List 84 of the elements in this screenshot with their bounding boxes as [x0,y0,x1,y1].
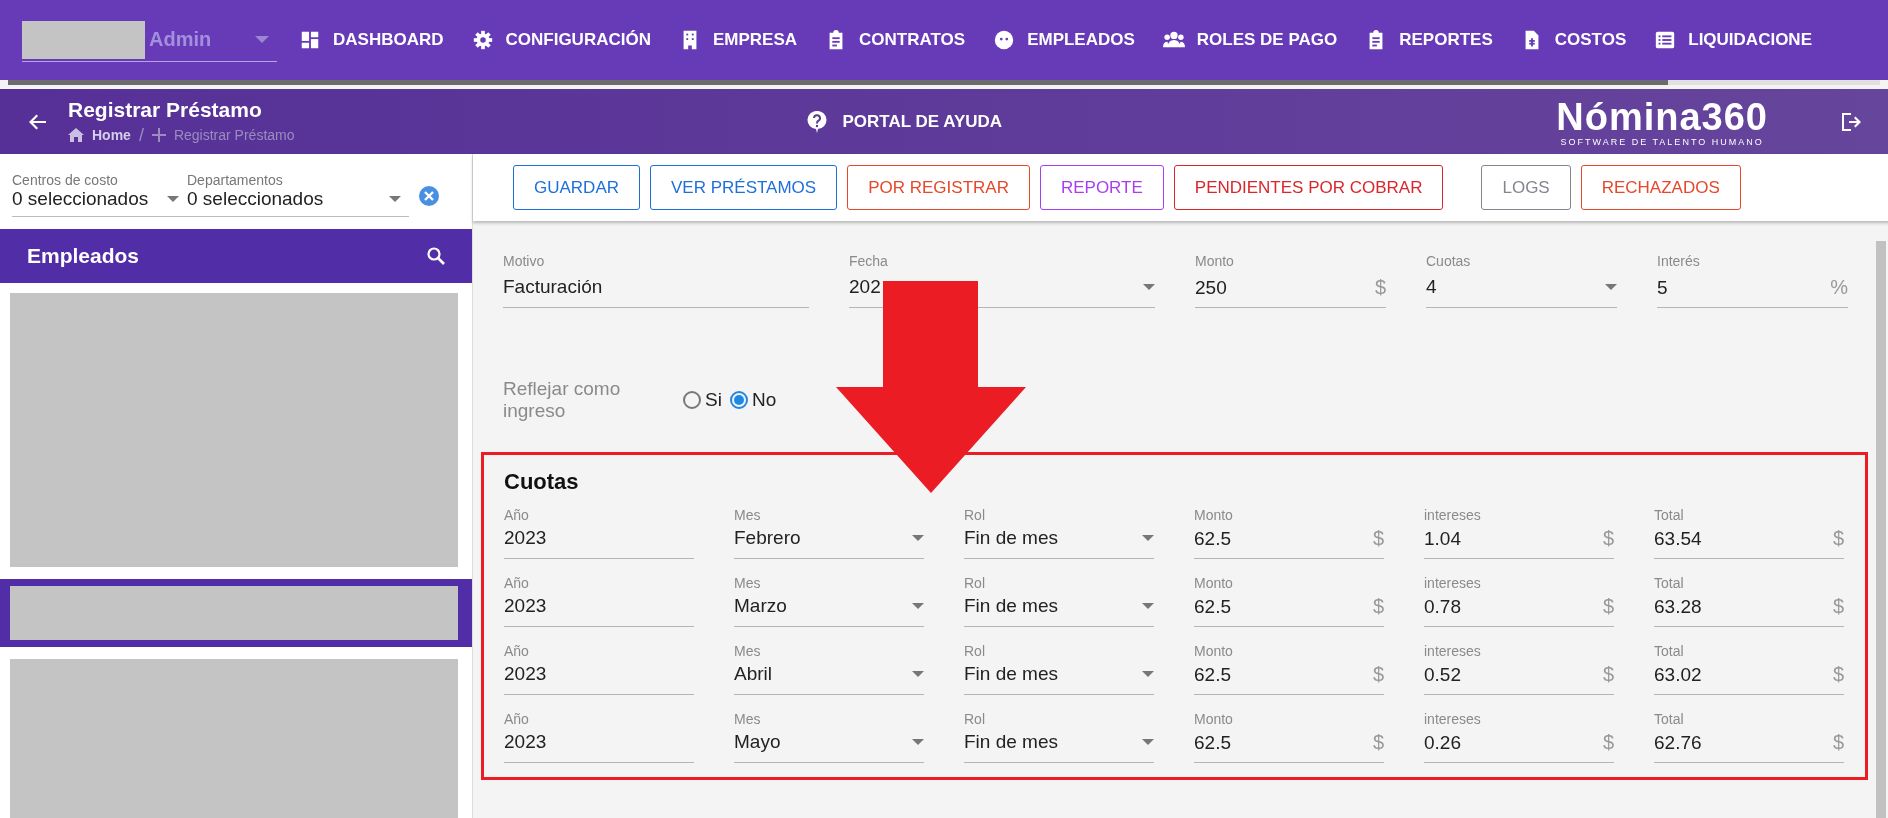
help-icon [806,110,827,133]
form-field[interactable]: Monto 62.5 $ [1194,575,1384,627]
form-field[interactable]: Rol Fin de mes [964,507,1154,559]
form-field[interactable]: Año 2023 [504,643,694,695]
breadcrumb-link[interactable]: Home [92,127,131,143]
caret-icon [912,739,924,745]
action-button[interactable]: LOGS [1481,165,1571,210]
form-field[interactable]: Rol Fin de mes [964,643,1154,695]
form-field[interactable]: Rol Fin de mes [964,711,1154,763]
caret-icon [1142,535,1154,541]
filter-select[interactable]: Departamentos 0 seleccionados [187,172,409,217]
radio-option[interactable]: No [729,389,777,411]
form-field[interactable]: Mes Febrero [734,507,924,559]
plus-icon [151,128,166,142]
form-field[interactable]: Año 2023 [504,507,694,559]
form-field[interactable]: Rol Fin de mes [964,575,1154,627]
form-field[interactable]: Total 63.54 $ [1654,507,1844,559]
form-field[interactable]: Monto 62.5 $ [1194,507,1384,559]
nav-item[interactable]: COSTOS [1520,29,1627,51]
nav-item[interactable]: DASHBOARD [299,29,444,51]
nav-item[interactable]: REPORTES [1365,29,1493,51]
nav-item[interactable]: LIQUIDACIONE [1654,29,1812,51]
form-field[interactable]: Año 2023 [504,711,694,763]
clear-icon[interactable] [419,186,439,206]
logo-tagline: SOFTWARE DE TALENTO HUMANO [1560,136,1764,147]
home-icon [68,128,84,142]
form-field[interactable]: Monto 250 $ [1195,253,1386,308]
page-title: Registrar Préstamo [68,97,263,122]
form-field[interactable]: Monto 62.5 $ [1194,711,1384,763]
caret-icon [912,535,924,541]
breadcrumb-separator: / [138,124,144,146]
logout-icon[interactable] [1840,110,1862,133]
caret-icon [1142,671,1154,677]
form-field[interactable]: intereses 0.52 $ [1424,643,1614,695]
search-icon[interactable] [426,245,446,266]
section-title: Cuotas [504,469,580,495]
scrollbar[interactable] [1876,241,1886,818]
nav-item[interactable]: EMPLEADOS [993,29,1135,51]
form-field[interactable]: Monto 62.5 $ [1194,643,1384,695]
action-button[interactable]: VER PRÉSTAMOS [650,165,838,210]
employee-item[interactable] [0,579,472,647]
form-field[interactable]: Interés 5 % [1657,253,1848,308]
form-field[interactable]: Total 63.02 $ [1654,643,1844,695]
nav-item[interactable]: CONFIGURACIÓN [471,29,651,51]
form-field[interactable]: Motivo Facturación [503,253,809,308]
radio-option[interactable]: Si [683,389,722,411]
form-field[interactable]: Total 63.28 $ [1654,575,1844,627]
form-field[interactable]: Cuotas 4 [1426,253,1617,308]
form-field[interactable]: Mes Mayo [734,711,924,763]
dashboard-icon [299,29,321,51]
form-field[interactable]: Total 62.76 $ [1654,711,1844,763]
form-field[interactable]: Mes Abril [734,643,924,695]
user-name: Admin [149,28,212,51]
gear-icon [471,29,494,51]
nav-item[interactable]: CONTRATOS [825,29,966,51]
caret-icon [1605,284,1617,290]
action-button[interactable]: RECHAZADOS [1580,165,1741,210]
nav-item[interactable]: EMPRESA [678,29,798,51]
action-button[interactable]: REPORTE [1039,165,1164,210]
caret-icon [167,196,179,202]
form-field[interactable]: Mes Marzo [734,575,924,627]
caret-icon[interactable] [255,35,269,44]
nav-item[interactable]: ROLES DE PAGO [1162,29,1338,51]
action-button[interactable]: PENDIENTES POR COBRAR [1173,165,1444,210]
logo: Nómina360 [1556,96,1768,137]
caret-icon [1143,284,1155,290]
action-button[interactable]: POR REGISTRAR [847,165,1030,210]
field-label: Reflejar como ingreso [503,378,622,422]
face-icon [993,29,1016,51]
caret-icon [1142,739,1154,745]
breadcrumb-current: Registrar Préstamo [173,127,295,143]
list-icon [1654,29,1677,51]
caret-icon [389,196,401,202]
panel-title: Empleados [27,243,140,268]
form-field[interactable]: Año 2023 [504,575,694,627]
form-field[interactable]: intereses 0.78 $ [1424,575,1614,627]
form-field[interactable]: intereses 0.26 $ [1424,711,1614,763]
action-button[interactable]: GUARDAR [513,165,640,210]
caret-icon [912,603,924,609]
filter-select[interactable]: Centros de costo 0 seleccionados [12,172,187,217]
form-field[interactable]: intereses 1.04 $ [1424,507,1614,559]
caret-icon [1142,603,1154,609]
help-link[interactable]: PORTAL DE AYUDA [806,110,1003,133]
caret-icon [912,671,924,677]
